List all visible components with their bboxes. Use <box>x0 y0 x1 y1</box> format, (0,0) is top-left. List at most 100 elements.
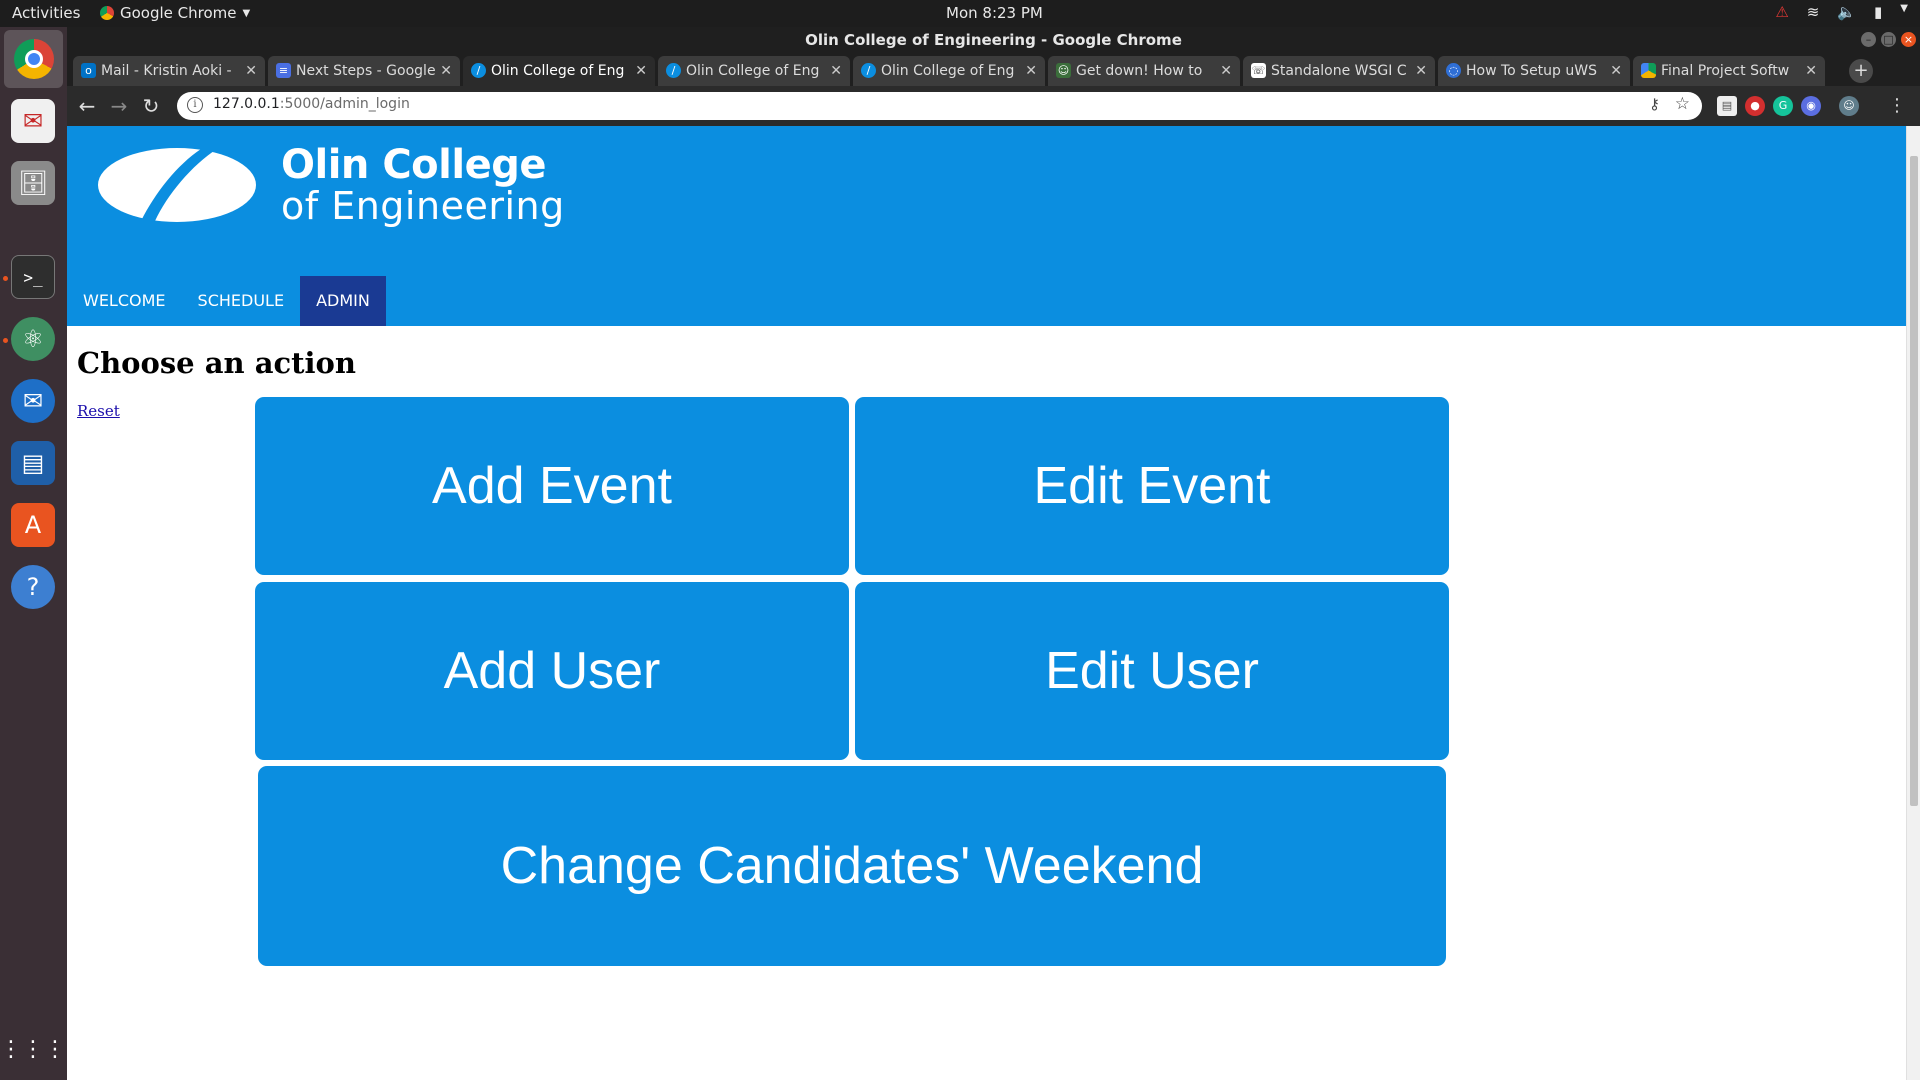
site-icon: ☺ <box>1056 63 1071 78</box>
window-title: Olin College of Engineering - Google Chr… <box>805 31 1182 49</box>
close-tab-icon[interactable]: ✕ <box>245 56 257 86</box>
site-header: Olin College of Engineering WELCOME SCHE… <box>67 126 1906 326</box>
menu-kebab-icon[interactable]: ⋮ <box>1885 94 1909 118</box>
edit-user-button[interactable]: Edit User <box>855 582 1449 760</box>
browser-toolbar: ← → ↻ i 127.0.0.1:5000/admin_login ⚷ ☆ ▤… <box>67 86 1920 126</box>
olin-logo-mark-icon <box>98 148 256 222</box>
tab-label: Olin College of Eng <box>686 63 820 79</box>
chevron-down-icon: ▼ <box>242 7 251 19</box>
reset-link[interactable]: Reset <box>77 402 120 420</box>
tab-wsgi[interactable]: ☏ Standalone WSGI C ✕ <box>1243 56 1435 86</box>
tab-label: Standalone WSGI C <box>1271 63 1407 79</box>
bookmark-star-icon[interactable]: ☆ <box>1675 94 1690 114</box>
wifi-icon[interactable]: ≋ <box>1807 3 1820 21</box>
change-candidates-weekend-button[interactable]: Change Candidates' Weekend <box>258 766 1446 966</box>
nav-welcome[interactable]: WELCOME <box>67 276 182 326</box>
url-text[interactable]: 127.0.0.1:5000/admin_login <box>213 96 410 112</box>
close-tab-icon[interactable]: ✕ <box>635 56 647 86</box>
ubuntu-top-bar: Activities Google Chrome ▼ Mon 8:23 PM ⚠… <box>0 0 1920 27</box>
site-icon: ◌ <box>1446 63 1461 78</box>
address-bar[interactable]: i 127.0.0.1:5000/admin_login ⚷ ☆ <box>177 92 1702 120</box>
key-icon[interactable]: ⚷ <box>1649 95 1660 113</box>
dock-thunderbird-icon[interactable]: ✉ <box>11 379 55 423</box>
dock-chrome[interactable] <box>4 30 63 88</box>
dock-files-icon[interactable]: 🗄 <box>11 161 55 205</box>
close-tab-icon[interactable]: ✕ <box>1415 56 1427 86</box>
volume-icon[interactable]: 🔈 <box>1837 3 1856 21</box>
close-tab-icon[interactable]: ✕ <box>1805 56 1817 86</box>
tab-strip: o Mail - Kristin Aoki - ✕ ≡ Next Steps -… <box>73 56 1913 86</box>
olin-icon: / <box>861 63 876 78</box>
chevron-down-icon[interactable]: ▼ <box>1900 3 1908 21</box>
extension-blue-icon[interactable]: ◉ <box>1801 96 1821 116</box>
tab-get-down[interactable]: ☺ Get down! How to ✕ <box>1048 56 1240 86</box>
add-user-button[interactable]: Add User <box>255 582 849 760</box>
tab-label: Olin College of Eng <box>491 63 625 79</box>
extension-doc-icon[interactable]: ▤ <box>1717 96 1737 116</box>
back-icon[interactable]: ← <box>75 94 99 118</box>
extension-red-icon[interactable]: ● <box>1745 96 1765 116</box>
dock-help-icon[interactable]: ? <box>11 565 55 609</box>
tab-label: Olin College of Eng <box>881 63 1015 79</box>
page-viewport: Olin College of Engineering WELCOME SCHE… <box>67 126 1920 1080</box>
app-menu-label: Google Chrome <box>120 4 237 22</box>
tab-next-steps[interactable]: ≡ Next Steps - Google ✕ <box>268 56 460 86</box>
tab-label: Final Project Softw <box>1661 63 1790 79</box>
tab-uwsgi[interactable]: ◌ How To Setup uWS ✕ <box>1438 56 1630 86</box>
tab-olin-active[interactable]: / Olin College of Eng ✕ <box>463 56 655 86</box>
site-info-icon[interactable]: i <box>187 97 203 113</box>
warning-icon[interactable]: ⚠ <box>1775 3 1788 21</box>
logo-text: Olin College of Engineering <box>281 144 565 226</box>
dock-writer-icon[interactable]: ▤ <box>11 441 55 485</box>
nav-schedule[interactable]: SCHEDULE <box>182 276 301 326</box>
scrollbar-thumb[interactable] <box>1910 156 1918 806</box>
nav-admin[interactable]: ADMIN <box>300 276 386 326</box>
activities-button[interactable]: Activities <box>12 4 80 22</box>
show-apps-grid-icon[interactable]: ⋮⋮⋮ <box>0 1027 66 1071</box>
close-tab-icon[interactable]: ✕ <box>440 56 452 86</box>
battery-icon[interactable]: ▮ <box>1874 3 1882 21</box>
tab-label: Mail - Kristin Aoki - <box>101 63 232 79</box>
app-menu[interactable]: Google Chrome ▼ <box>100 4 250 22</box>
logo-line1: Olin College <box>281 142 546 188</box>
olin-icon: / <box>666 63 681 78</box>
close-tab-icon[interactable]: ✕ <box>1220 56 1232 86</box>
tab-olin-2[interactable]: / Olin College of Eng ✕ <box>658 56 850 86</box>
maximize-icon[interactable]: □ <box>1881 32 1896 47</box>
chrome-icon <box>100 6 114 20</box>
tab-olin-3[interactable]: / Olin College of Eng ✕ <box>853 56 1045 86</box>
clock[interactable]: Mon 8:23 PM <box>946 4 1043 22</box>
reload-icon[interactable]: ↻ <box>139 94 163 118</box>
ubuntu-dock: ✉ 🗄 >_ ⚛ ✉ ▤ A ? ⋮⋮⋮ <box>0 27 67 1080</box>
chrome-icon <box>13 39 54 79</box>
close-tab-icon[interactable]: ✕ <box>1610 56 1622 86</box>
grammarly-icon[interactable]: G <box>1773 96 1793 116</box>
logo-line2: of Engineering <box>281 184 565 228</box>
new-tab-button[interactable]: + <box>1849 59 1873 83</box>
add-event-button[interactable]: Add Event <box>255 397 849 575</box>
tab-label: How To Setup uWS <box>1466 63 1597 79</box>
tab-mail[interactable]: o Mail - Kristin Aoki - ✕ <box>73 56 265 86</box>
url-host: 127.0.0.1 <box>213 96 280 112</box>
drive-icon <box>1641 63 1656 78</box>
close-window-icon[interactable]: × <box>1901 32 1916 47</box>
page-title: Choose an action <box>77 346 356 380</box>
forward-icon[interactable]: → <box>107 94 131 118</box>
page-scrollbar[interactable] <box>1906 126 1920 1080</box>
tab-final-project[interactable]: Final Project Softw ✕ <box>1633 56 1825 86</box>
system-tray[interactable]: ⚠ ≋ 🔈 ▮ ▼ <box>1775 3 1908 21</box>
site-icon: ☏ <box>1251 63 1266 78</box>
edit-event-button[interactable]: Edit Event <box>855 397 1449 575</box>
profile-avatar[interactable]: ☺ <box>1839 96 1859 116</box>
dock-terminal-icon[interactable]: >_ <box>11 255 55 299</box>
dock-mail-icon[interactable]: ✉ <box>11 99 55 143</box>
olin-logo[interactable]: Olin College of Engineering <box>97 144 565 226</box>
dock-atom-icon[interactable]: ⚛ <box>11 317 55 361</box>
dock-software-icon[interactable]: A <box>11 503 55 547</box>
running-indicator <box>3 276 8 281</box>
close-tab-icon[interactable]: ✕ <box>830 56 842 86</box>
minimize-icon[interactable]: – <box>1861 32 1876 47</box>
outlook-icon: o <box>81 63 96 78</box>
close-tab-icon[interactable]: ✕ <box>1025 56 1037 86</box>
running-indicator <box>3 338 8 343</box>
